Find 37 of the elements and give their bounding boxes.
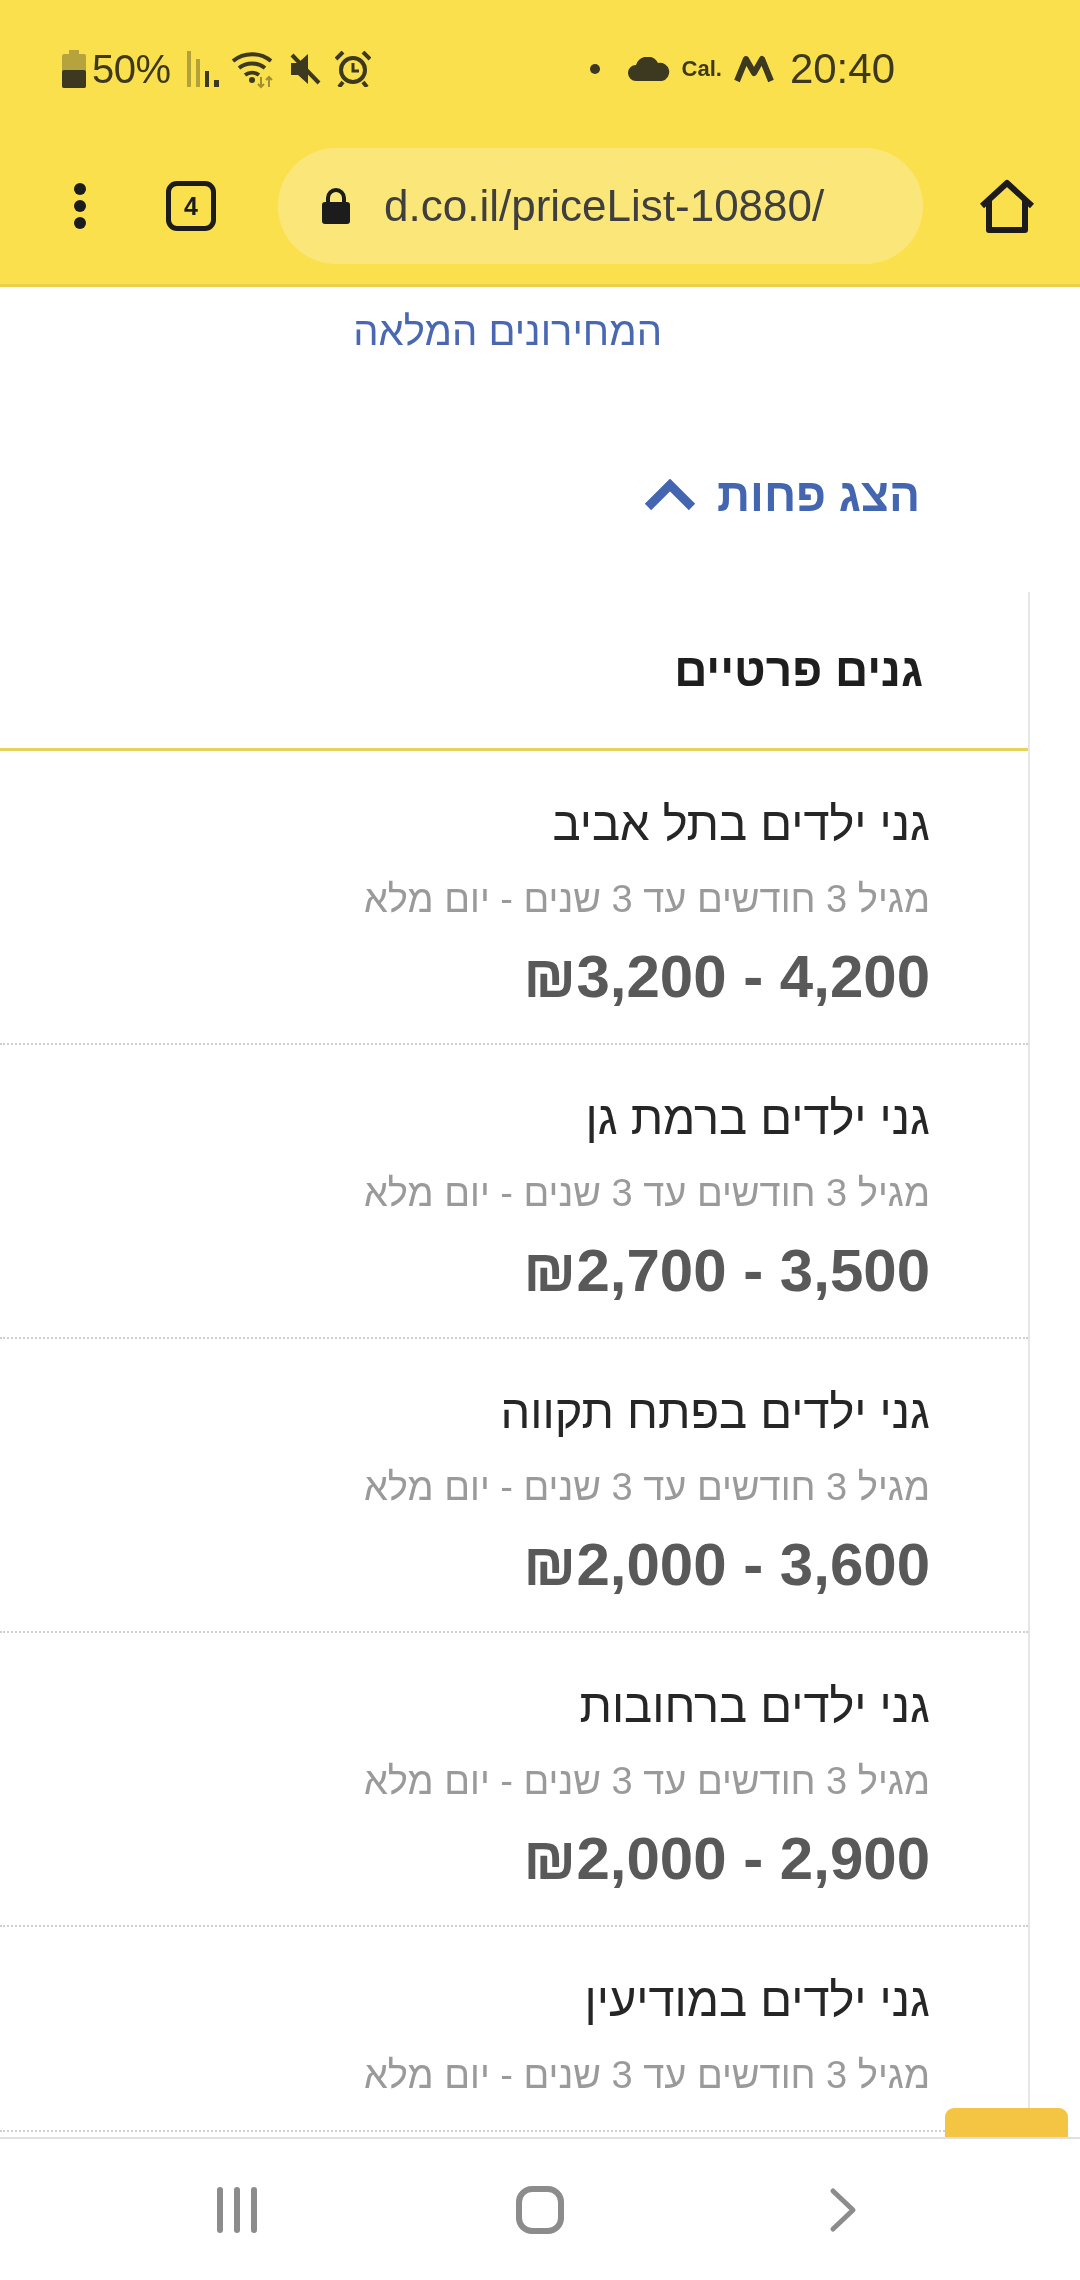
url-text: d.co.il/priceList-10880/: [384, 181, 825, 231]
kindergarten-city: גני ילדים ברחובות: [579, 1678, 930, 1734]
age-range-note: מגיל 3 חודשים עד 3 שנים - יום מלא: [364, 877, 930, 922]
clock-time: 20:40: [789, 45, 895, 93]
age-range-note: מגיל 3 חודשים עד 3 שנים - יום מלא: [364, 1171, 930, 1216]
price-range: ₪2,700 - 3,500: [523, 1236, 930, 1306]
back-icon[interactable]: [829, 2186, 857, 2233]
age-range-note: מגיל 3 חודשים עד 3 שנים - יום מלא: [364, 1759, 930, 1804]
lock-icon: [322, 188, 350, 224]
show-less-toggle[interactable]: הצג פחות: [643, 465, 920, 525]
zigzag-icon: [733, 55, 774, 83]
price-range: ₪2,000 - 3,600: [523, 1530, 930, 1600]
alarm-clock-icon: [334, 51, 371, 87]
price-range: ₪3,200 - 4,200: [523, 942, 930, 1012]
wifi-icon: [230, 49, 275, 89]
kindergarten-city: גני ילדים במודיעין: [584, 1972, 930, 2028]
calendar-label: Cal.: [681, 56, 722, 82]
address-bar[interactable]: d.co.il/priceList-10880/: [278, 148, 923, 264]
kindergarten-city: גני ילדים בפתח תקווה: [500, 1384, 930, 1440]
kindergarten-city: גני ילדים ברמת גן: [585, 1090, 930, 1146]
age-range-note: מגיל 3 חודשים עד 3 שנים - יום מלא: [364, 1465, 930, 1510]
home-icon[interactable]: [979, 179, 1035, 233]
recent-apps-icon[interactable]: [216, 2186, 258, 2233]
signal-icon: [186, 51, 221, 87]
status-dot-icon: [589, 64, 600, 74]
age-range-note: מגיל 3 חודשים עד 3 שנים - יום מלא: [364, 2053, 930, 2098]
mute-icon: [288, 52, 321, 86]
tab-count-button[interactable]: 4: [166, 181, 216, 231]
full-price-list-link[interactable]: המחירונים המלאה: [353, 307, 662, 355]
home-button-icon[interactable]: [516, 2185, 564, 2234]
kindergarten-city: גני ילדים בתל אביב: [552, 796, 930, 852]
battery-icon: [62, 50, 86, 88]
menu-icon[interactable]: [74, 183, 86, 229]
battery-percent: 50%: [92, 46, 171, 92]
table-title: גנים פרטיים: [674, 643, 923, 697]
cloud-icon: [627, 57, 670, 81]
price-range: ₪2,000 - 2,900: [523, 1824, 930, 1894]
